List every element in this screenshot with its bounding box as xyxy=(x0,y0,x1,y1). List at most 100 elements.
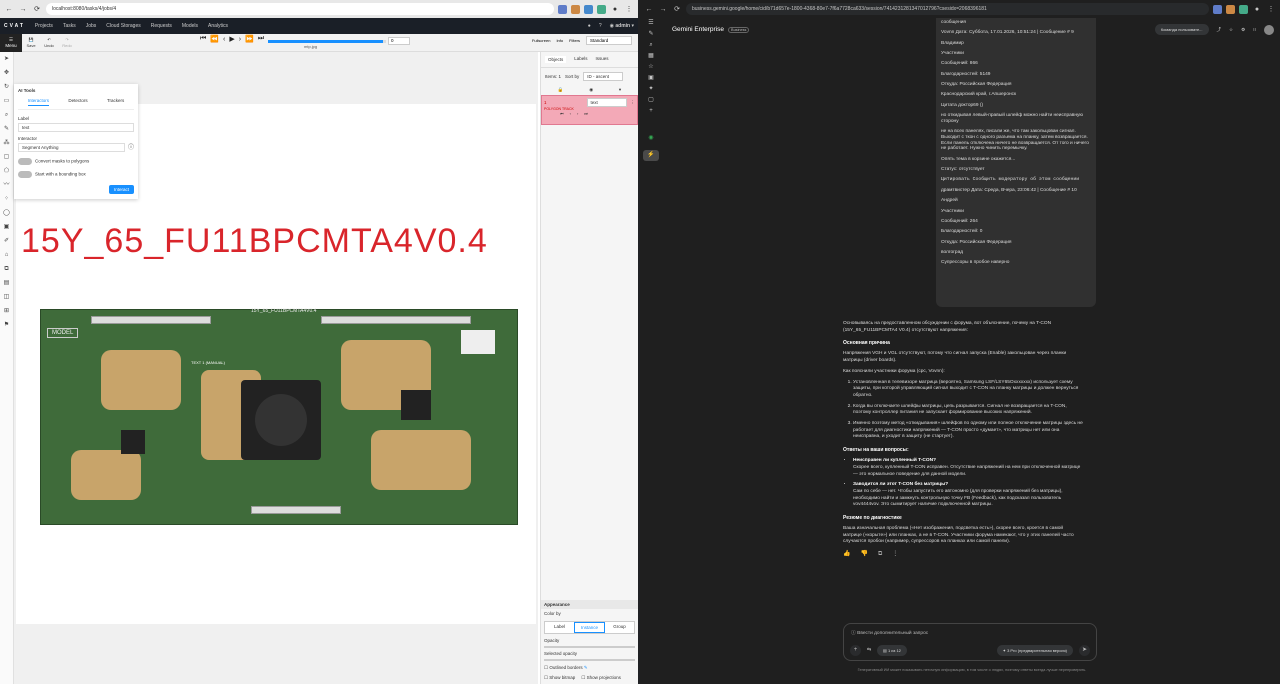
tools-icon[interactable]: ⇆ xyxy=(867,648,871,653)
cursor-icon[interactable]: ➤ xyxy=(0,52,13,66)
thumbs-down-icon[interactable]: 👎 xyxy=(860,550,867,558)
color-by-label[interactable]: Label xyxy=(545,622,574,633)
prompt-composer[interactable]: ⓘ Ввести дополнительный запрос + ⇆ ▤ 1 и… xyxy=(843,623,1097,661)
gemini-title[interactable]: Gemini Enterprise xyxy=(672,26,724,33)
interact-button[interactable]: Interact xyxy=(108,185,134,194)
nav-jobs[interactable]: Jobs xyxy=(86,23,97,29)
add-icon[interactable]: + xyxy=(640,106,662,117)
profile-icon[interactable]: ● xyxy=(1252,6,1262,13)
more-icon[interactable]: ⋮ xyxy=(892,550,898,558)
bounding-box-toggle[interactable] xyxy=(18,171,32,178)
prev-frame-icon[interactable]: ‹ xyxy=(223,36,225,43)
star-icon[interactable]: ☆ xyxy=(1229,27,1233,33)
sources-button[interactable]: ▤ 1 из 12 xyxy=(877,645,907,656)
points-icon[interactable]: ⁘ xyxy=(0,192,13,206)
annotation-tag[interactable]: TEXT 1 (MANUAL) xyxy=(191,360,225,365)
reload-icon[interactable]: ⟳ xyxy=(32,5,42,13)
back-icon[interactable]: ← xyxy=(4,6,14,13)
forward-step-icon[interactable]: ⏩ xyxy=(245,35,254,43)
prompt-input[interactable]: ⓘ Ввести дополнительный запрос xyxy=(851,629,1089,636)
model-picker[interactable]: ✦ 3 Pro (предварительная версия) xyxy=(996,645,1073,656)
redo-button[interactable]: ↷ Redo xyxy=(58,37,76,48)
extension-icon[interactable] xyxy=(1213,4,1222,14)
avatar[interactable] xyxy=(1264,24,1274,35)
new-chat-icon[interactable]: ✎ xyxy=(640,29,662,40)
extension-icon[interactable] xyxy=(571,4,580,14)
frame-slider[interactable] xyxy=(268,40,386,43)
group-icon[interactable]: ▤ xyxy=(0,276,13,290)
rotate-icon[interactable]: ↻ xyxy=(0,80,13,94)
object-label-select[interactable]: text xyxy=(586,98,627,107)
first-frame-icon[interactable]: ⏮ xyxy=(200,35,206,43)
color-by-group[interactable]: Group xyxy=(605,622,634,633)
pencil-icon[interactable]: ✎ xyxy=(584,665,588,670)
extension-icon[interactable] xyxy=(584,4,593,14)
outlined-borders-checkbox[interactable]: ☐ xyxy=(544,665,548,670)
color-by-instance[interactable]: Instance xyxy=(574,622,605,633)
fullscreen-button[interactable]: Fullscreen xyxy=(532,38,550,43)
join-icon[interactable]: ⊞ xyxy=(0,304,13,318)
opacity-slider[interactable] xyxy=(544,646,635,648)
agents-icon[interactable]: ▣ xyxy=(640,73,662,84)
add-icon[interactable]: + xyxy=(850,645,861,656)
extension-icon[interactable] xyxy=(597,4,606,14)
team-button[interactable]: Команда пользовате... xyxy=(1154,24,1209,35)
url-field[interactable]: localhost:8080/tasks/4/jobs/4 xyxy=(46,3,554,15)
nav-projects[interactable]: Projects xyxy=(35,23,53,29)
help-icon[interactable]: ? xyxy=(599,23,602,29)
interactor-select[interactable]: Segment Anything xyxy=(18,143,125,152)
next-keyframe-icon[interactable]: › xyxy=(577,111,578,116)
cuboid-icon[interactable]: ▣ xyxy=(0,220,13,234)
kebab-menu-icon[interactable]: ⋮ xyxy=(624,5,634,13)
github-icon[interactable]: ● xyxy=(588,23,591,29)
ellipse-icon[interactable]: ◯ xyxy=(0,206,13,220)
frame-number-input[interactable]: 0 xyxy=(388,37,410,45)
lock-icon[interactable]: 🔒 xyxy=(558,87,564,93)
copy-icon[interactable]: ⧉ xyxy=(878,550,882,558)
label-select[interactable]: text xyxy=(18,123,134,132)
tab-interactors[interactable]: Interactors xyxy=(27,98,49,106)
prev-keyframe-icon[interactable]: ‹ xyxy=(570,111,571,116)
nav-cloud-storages[interactable]: Cloud Storages xyxy=(106,23,140,29)
appearance-header[interactable]: Appearance xyxy=(541,600,638,609)
object-card[interactable]: 1 text ⋮ POLYGON TRACK ⏮ ‹ › ⏭ xyxy=(541,95,638,125)
tab-objects[interactable]: Objects xyxy=(545,56,567,63)
notebook-icon[interactable]: ▢ xyxy=(640,95,662,106)
forward-icon[interactable]: → xyxy=(658,6,668,13)
reload-icon[interactable]: ⟳ xyxy=(672,5,682,13)
last-keyframe-icon[interactable]: ⏭ xyxy=(584,111,588,116)
workspace-select[interactable]: Standard xyxy=(586,36,632,45)
split-icon[interactable]: ◫ xyxy=(0,290,13,304)
play-icon[interactable]: ▶ xyxy=(229,35,234,43)
workspace-logo-icon[interactable]: ◉ xyxy=(640,133,662,144)
undo-button[interactable]: ↶ Undo xyxy=(40,37,58,48)
apps-grid-icon[interactable]: ⁝⁝ xyxy=(1253,27,1256,33)
tab-issues[interactable]: Issues xyxy=(596,56,609,63)
gallery-icon[interactable]: ▦ xyxy=(640,51,662,62)
brush-icon[interactable]: ✐ xyxy=(0,234,13,248)
user-menu[interactable]: ◉ admin ▾ xyxy=(610,23,634,29)
nav-analytics[interactable]: Analytics xyxy=(208,23,228,29)
issue-icon[interactable]: ⚑ xyxy=(0,318,13,332)
nav-models[interactable]: Models xyxy=(182,23,198,29)
tag-icon[interactable]: ⌂ xyxy=(0,248,13,262)
show-projections-checkbox[interactable]: ☐ Show projections xyxy=(581,675,621,681)
share-icon[interactable]: ⤴ xyxy=(1217,27,1222,33)
bolt-icon[interactable]: ⚡ xyxy=(643,150,659,161)
tab-detectors[interactable]: Detectors xyxy=(68,98,87,106)
tab-labels[interactable]: Labels xyxy=(574,56,587,63)
sort-select[interactable]: ID - ascent xyxy=(583,72,624,81)
next-frame-icon[interactable]: › xyxy=(239,36,241,43)
search-icon[interactable]: ⌕ xyxy=(640,40,662,51)
library-icon[interactable]: ☆ xyxy=(640,62,662,73)
move-icon[interactable]: ✥ xyxy=(0,66,13,80)
url-field[interactable]: business.gemini.google/home/cid/b71d657e… xyxy=(686,3,1209,15)
eye-icon[interactable]: ◉ xyxy=(589,87,593,93)
thumbs-up-icon[interactable]: 👍 xyxy=(843,550,850,558)
hamburger-icon[interactable]: ☰ xyxy=(640,18,662,29)
extension-icon[interactable] xyxy=(1239,4,1248,14)
save-button[interactable]: 💾 Save xyxy=(22,37,40,48)
show-bitmap-checkbox[interactable]: ☐ Show bitmap xyxy=(544,675,575,681)
tab-trackers[interactable]: Trackers xyxy=(107,98,124,106)
sparkle-icon[interactable]: ✦ xyxy=(640,84,662,95)
